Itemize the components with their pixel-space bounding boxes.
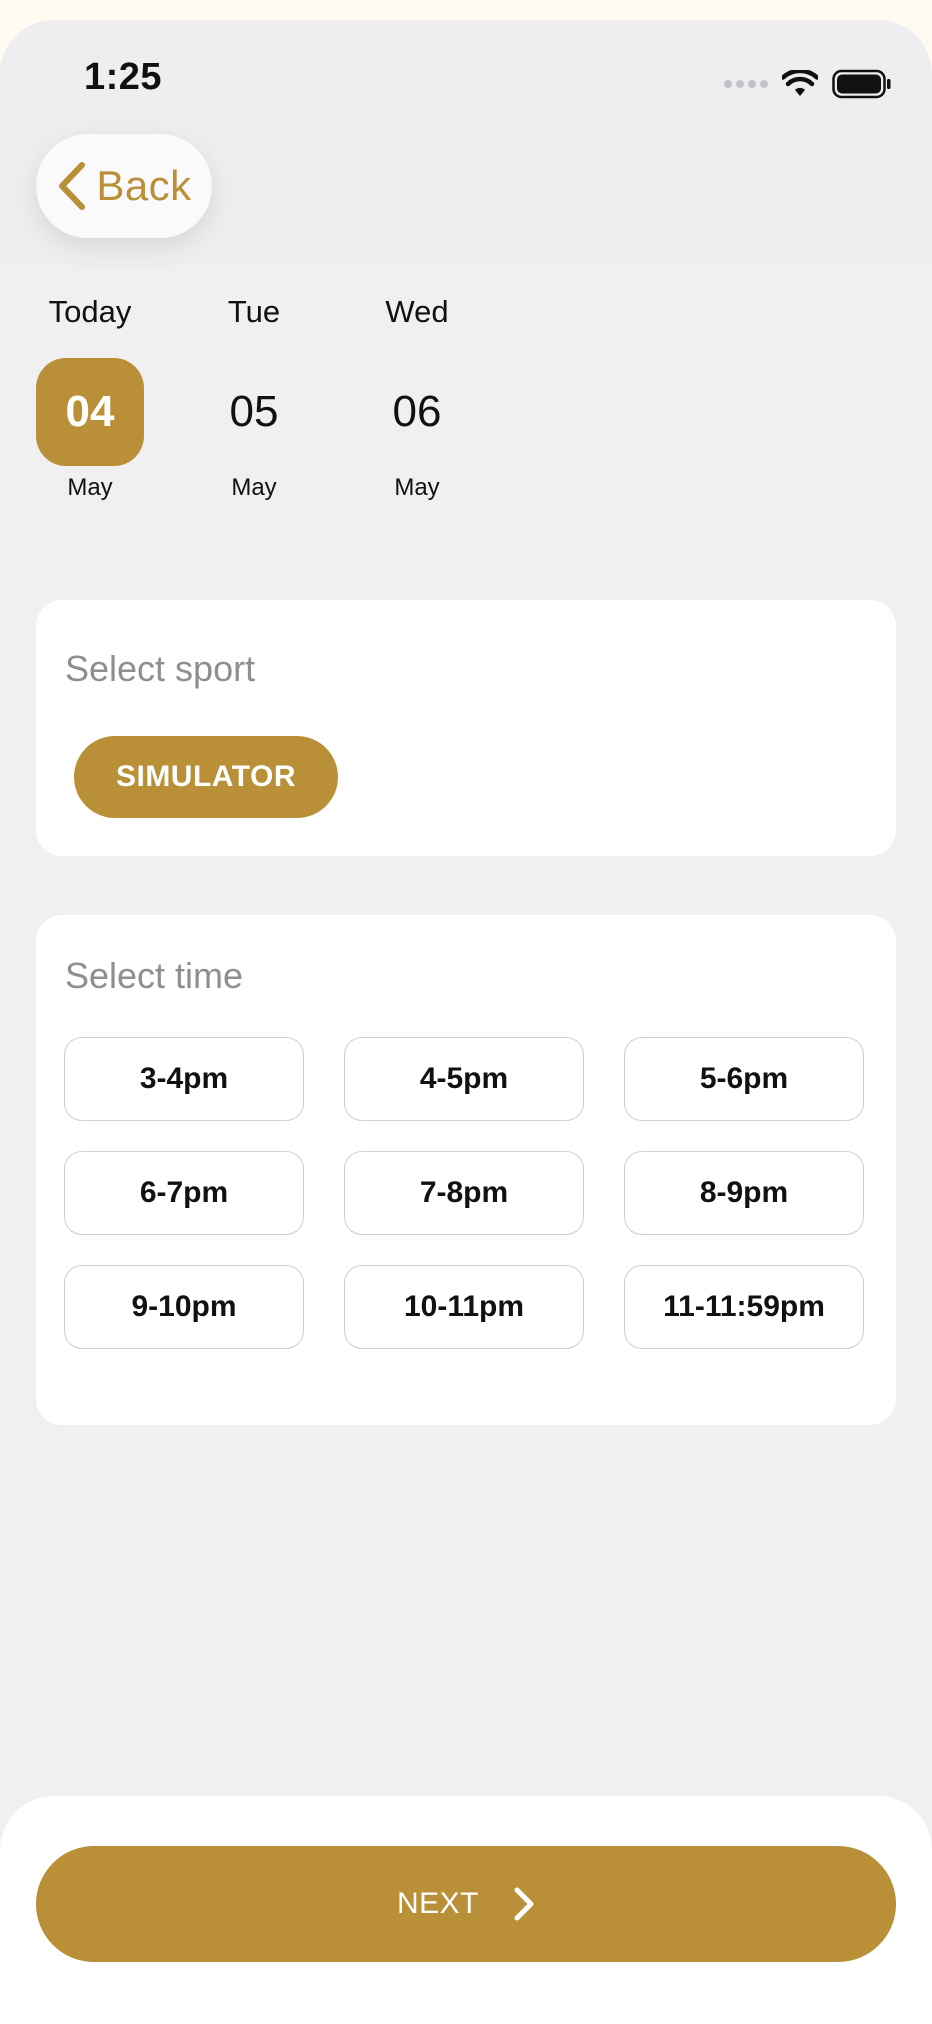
- time-slot[interactable]: 11-11:59pm: [624, 1265, 864, 1349]
- chevron-right-icon: [514, 1887, 534, 1921]
- back-button[interactable]: Back: [36, 134, 212, 238]
- next-label: NEXT: [396, 1887, 479, 1920]
- time-slot[interactable]: 8-9pm: [624, 1151, 864, 1235]
- bottom-action-bar: NEXT: [0, 1796, 932, 2024]
- time-card: Select time 3-4pm 4-5pm 5-6pm 6-7pm 7-8p…: [36, 915, 896, 1425]
- date-item-wed[interactable]: Wed 06 May: [363, 290, 471, 502]
- time-slot[interactable]: 7-8pm: [344, 1151, 584, 1235]
- chevron-left-icon: [59, 162, 86, 210]
- status-icons: [724, 64, 892, 104]
- sport-option-simulator[interactable]: SIMULATOR: [74, 736, 338, 818]
- status-time: 1:25: [84, 56, 163, 98]
- time-slot[interactable]: 9-10pm: [64, 1265, 304, 1349]
- date-weekday: Today: [48, 294, 132, 329]
- date-month: May: [67, 474, 113, 501]
- date-item-today[interactable]: Today 04 May: [36, 290, 144, 502]
- date-weekday: Wed: [385, 294, 449, 329]
- date-day: 04: [36, 358, 144, 466]
- sport-card: Select sport SIMULATOR: [36, 600, 896, 856]
- date-weekday: Tue: [227, 294, 281, 329]
- date-month: May: [394, 474, 440, 501]
- time-slot[interactable]: 3-4pm: [64, 1037, 304, 1121]
- date-day: 05: [229, 387, 279, 436]
- date-item-tue[interactable]: Tue 05 May: [200, 290, 308, 502]
- time-slot[interactable]: 4-5pm: [344, 1037, 584, 1121]
- phone-screen: 1:25 Back Today 04 May Tue 05 May Wed 06…: [0, 20, 932, 2024]
- time-slot[interactable]: 5-6pm: [624, 1037, 864, 1121]
- battery-icon: [832, 69, 891, 99]
- status-bar: 1:25: [0, 20, 932, 140]
- date-day: 06: [392, 387, 442, 436]
- signal-icon: [724, 80, 768, 88]
- date-selector: Today 04 May Tue 05 May Wed 06 May: [0, 290, 932, 530]
- time-section-title: Select time: [65, 955, 244, 996]
- sport-section-title: Select sport: [65, 648, 256, 689]
- back-label: Back: [96, 162, 192, 209]
- time-slot-grid: 3-4pm 4-5pm 5-6pm 6-7pm 7-8pm 8-9pm 9-10…: [64, 1037, 868, 1349]
- next-button[interactable]: NEXT: [36, 1846, 896, 1962]
- time-slot[interactable]: 6-7pm: [64, 1151, 304, 1235]
- date-month: May: [231, 474, 277, 501]
- wifi-icon: [782, 70, 818, 96]
- time-slot[interactable]: 10-11pm: [344, 1265, 584, 1349]
